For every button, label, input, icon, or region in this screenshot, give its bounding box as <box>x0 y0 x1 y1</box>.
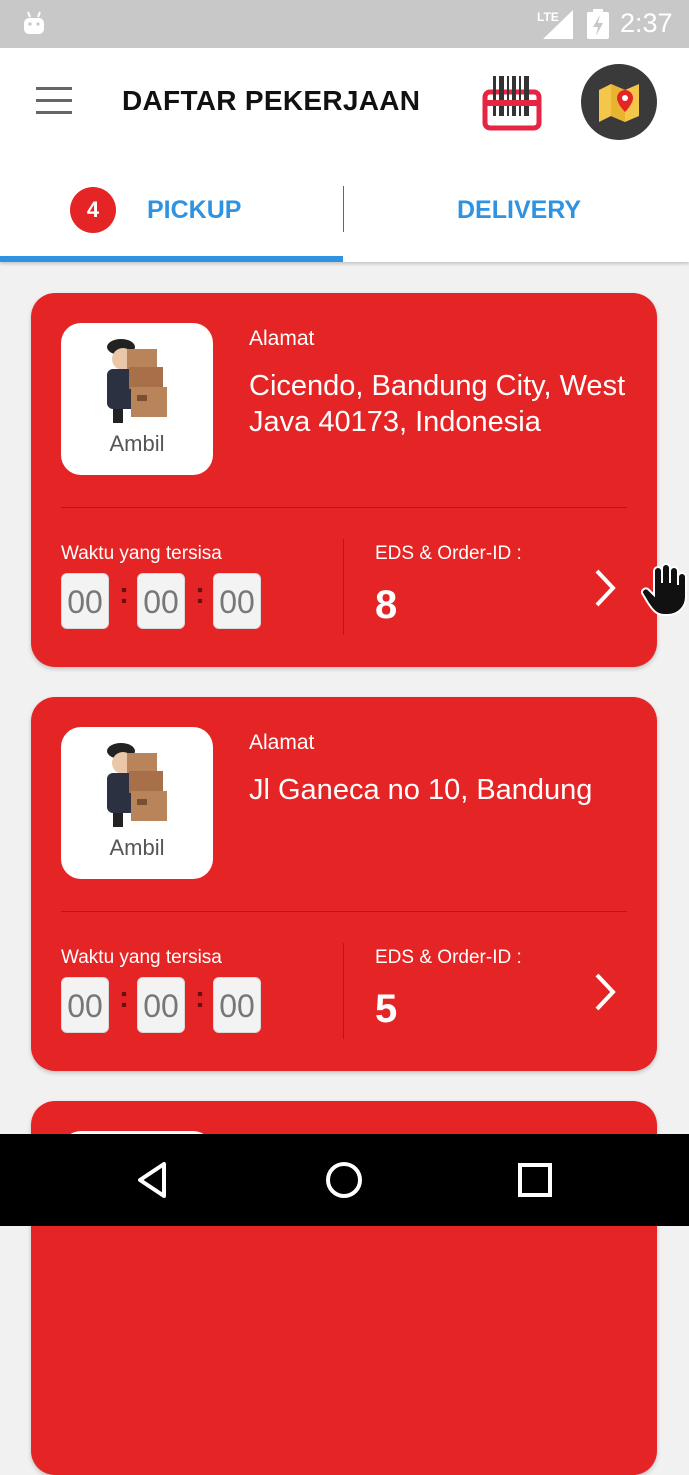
timer-separator: : <box>119 577 129 610</box>
timer-separator: : <box>195 981 205 1014</box>
timer-separator: : <box>119 981 129 1014</box>
lte-signal-icon: LTE <box>535 8 575 40</box>
timer-separator: : <box>195 577 205 610</box>
chevron-right-icon[interactable] <box>589 969 619 1015</box>
menu-icon[interactable] <box>36 87 72 115</box>
timer-hours: 00 <box>61 573 109 629</box>
tab-selected-indicator <box>0 256 343 262</box>
tab-divider <box>343 186 344 232</box>
order-id-label: EDS & Order-ID : <box>375 947 522 968</box>
status-time: 2:37 <box>620 8 673 38</box>
address-label: Alamat <box>249 327 315 350</box>
pickup-count-badge: 4 <box>70 187 116 233</box>
status-bar: LTE 2:37 <box>0 0 689 48</box>
timer-seconds: 00 <box>213 573 261 629</box>
address-value: Jl Ganeca no 10, Bandung <box>249 774 593 806</box>
time-remaining-label: Waktu yang tersisa <box>61 947 222 968</box>
timer-minutes: 00 <box>137 977 185 1033</box>
address-value: Cicendo, Bandung City, West Java 40173, … <box>249 370 626 438</box>
courier-boxes-icon <box>107 339 167 423</box>
card-vertical-divider <box>343 539 344 635</box>
address-label: Alamat <box>249 731 315 754</box>
map-button[interactable] <box>581 64 657 140</box>
pickup-thumbnail: Ambil <box>61 727 213 879</box>
timer-hours: 00 <box>61 977 109 1033</box>
thumbnail-label: Ambil <box>109 835 165 860</box>
recents-icon[interactable] <box>513 1158 557 1202</box>
time-remaining-label: Waktu yang tersisa <box>61 543 222 564</box>
system-nav-bar <box>0 1134 689 1226</box>
hand-pointer-icon <box>640 563 687 616</box>
thumbnail-label: Ambil <box>109 431 165 456</box>
job-card[interactable]: Ambil Alamat Cicendo, Bandung City, West… <box>31 293 657 667</box>
timer-minutes: 00 <box>137 573 185 629</box>
tab-delivery[interactable]: DELIVERY <box>457 196 581 225</box>
chevron-right-icon[interactable] <box>589 565 619 611</box>
timer-seconds: 00 <box>213 977 261 1033</box>
card-divider <box>61 911 627 912</box>
android-icon <box>24 11 44 34</box>
home-icon[interactable] <box>322 1158 366 1202</box>
order-id-value: 5 <box>375 987 398 1031</box>
tab-pickup[interactable]: PICKUP <box>147 196 241 225</box>
card-divider <box>61 507 627 508</box>
courier-boxes-icon <box>107 743 167 827</box>
map-pin-icon <box>599 84 639 122</box>
battery-charging-icon <box>587 9 609 39</box>
job-card[interactable]: Ambil Alamat Jl Ganeca no 10, Bandung Wa… <box>31 697 657 1071</box>
card-vertical-divider <box>343 943 344 1039</box>
order-id-label: EDS & Order-ID : <box>375 543 522 564</box>
order-id-value: 8 <box>375 583 398 627</box>
barcode-scanner-icon[interactable] <box>481 72 543 134</box>
page-title: DAFTAR PEKERJAAN <box>122 85 421 116</box>
pickup-thumbnail: Ambil <box>61 323 213 475</box>
back-icon[interactable] <box>132 1158 176 1202</box>
